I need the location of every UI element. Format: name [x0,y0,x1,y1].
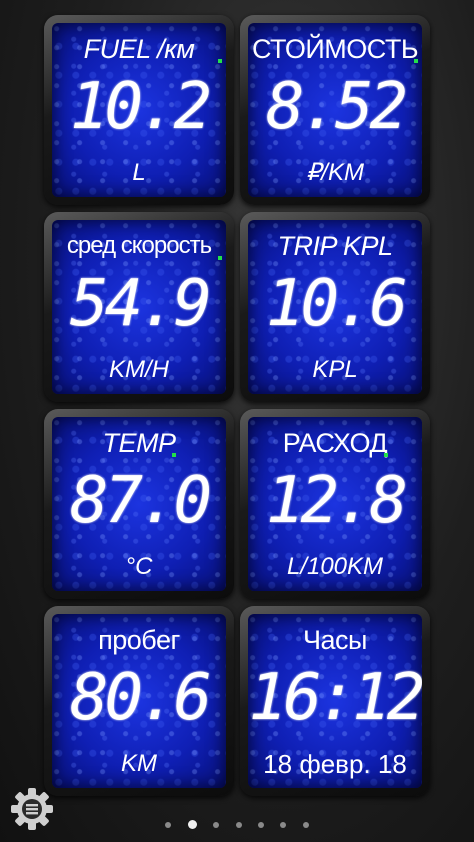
gauge-title: пробег [98,625,180,655]
status-led [218,256,222,260]
gauge-unit: ₽/KM [306,159,364,186]
page-dot[interactable] [302,821,309,828]
gauge-title: сред скорость [66,232,212,259]
gauge-screen: FUEL /км 10.2 L [52,23,226,197]
status-led [414,59,418,63]
gauge-fuel[interactable]: FUEL /км 10.2 L [44,15,234,205]
gauge-title: РАСХОД [282,428,388,458]
page-dot[interactable] [280,821,287,828]
page-dot[interactable] [213,821,220,828]
gauge-screen: TRIP KPL 10.6 KPL [248,220,422,394]
gauge-avg-speed[interactable]: сред скорость 54.9 KM/H [44,212,234,402]
gauge-value: 87.0 [69,464,212,538]
gauge-screen: пробег 80.6 KM [52,614,226,788]
gauge-value: 54.9 [69,267,212,341]
gauge-unit: KM [121,750,157,777]
gauge-clock[interactable]: Часы 16:12 18 февр. 18 [240,606,430,796]
gauge-consumption[interactable]: РАСХОД 12.8 L/100KM [240,409,430,599]
page-indicator [0,816,474,830]
gauge-title: TRIP KPL [277,231,393,261]
page-dot[interactable] [257,821,264,828]
gauge-unit: L [132,159,146,186]
gauge-screen: сред скорость 54.9 KM/H [52,220,226,394]
gauge-title: Часы [303,625,367,655]
gauge-screen: Часы 16:12 18 февр. 18 [248,614,422,788]
gauge-mileage[interactable]: пробег 80.6 KM [44,606,234,796]
status-led [172,453,176,457]
gauge-value: 10.6 [265,267,408,341]
status-led [384,453,388,457]
gauge-temp[interactable]: TEMP 87.0 °C [44,409,234,599]
gauge-unit: 18 февр. 18 [263,749,407,779]
gauge-value: 12.8 [265,464,408,538]
page-dot[interactable] [235,821,242,828]
gauge-value: 80.6 [69,661,212,735]
gauge-unit: KPL [312,356,358,383]
gauge-value: 10.2 [69,70,212,144]
gauge-title: СТОЙМОСТЬ [251,34,419,64]
gauge-unit: L/100KM [286,553,384,580]
gauge-screen: TEMP 87.0 °C [52,417,226,591]
gauge-value: 16:12 [248,661,422,735]
status-led [218,59,222,63]
gauge-value: 8.52 [265,70,408,144]
gauge-unit: KM/H [109,356,169,383]
page-dot-active[interactable] [187,820,197,830]
gauge-unit: °C [125,553,153,580]
gauge-title: FUEL /км [83,34,195,64]
page-dot[interactable] [165,821,172,828]
gauge-trip-kpl[interactable]: TRIP KPL 10.6 KPL [240,212,430,402]
gauge-cost[interactable]: СТОЙМОСТЬ 8.52 ₽/KM [240,15,430,205]
gauge-screen: СТОЙМОСТЬ 8.52 ₽/KM [248,23,422,197]
gauge-title: TEMP [102,428,176,458]
gauge-screen: РАСХОД 12.8 L/100KM [248,417,422,591]
